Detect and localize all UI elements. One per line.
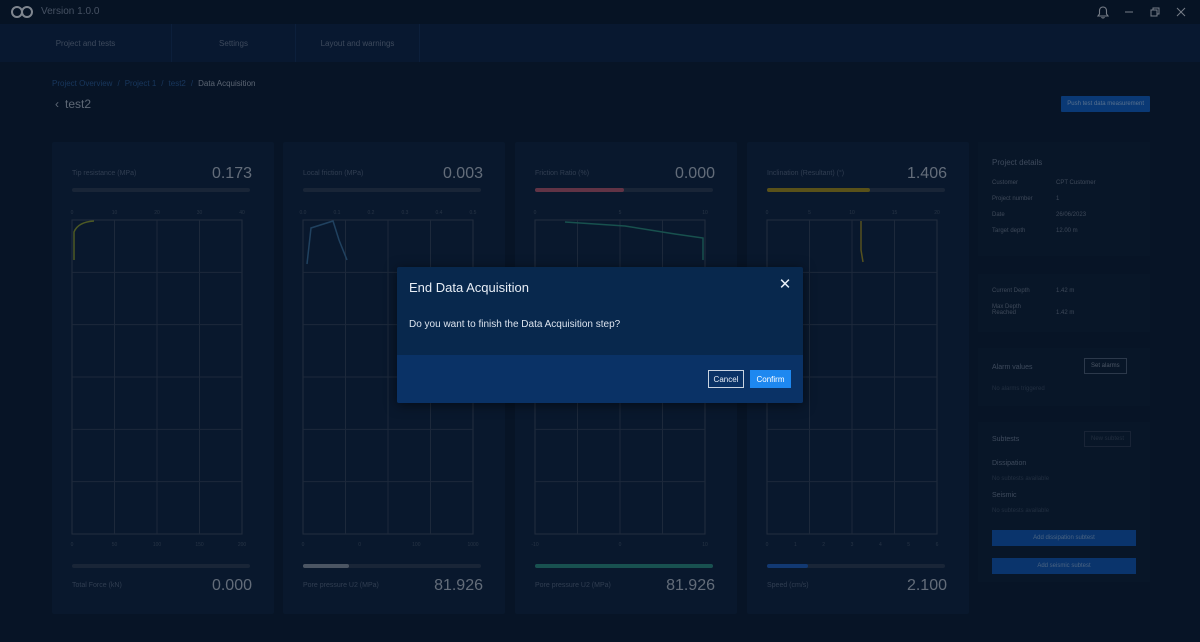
close-icon[interactable]: ✕: [777, 277, 793, 293]
confirm-button[interactable]: Confirm: [750, 370, 791, 388]
dialog-footer: Cancel Confirm: [397, 355, 803, 403]
end-data-acquisition-dialog: End Data Acquisition ✕ Do you want to fi…: [397, 267, 803, 403]
dialog-message: Do you want to finish the Data Acquisiti…: [409, 319, 621, 330]
dialog-title: End Data Acquisition: [409, 280, 529, 295]
cancel-button[interactable]: Cancel: [708, 370, 744, 388]
